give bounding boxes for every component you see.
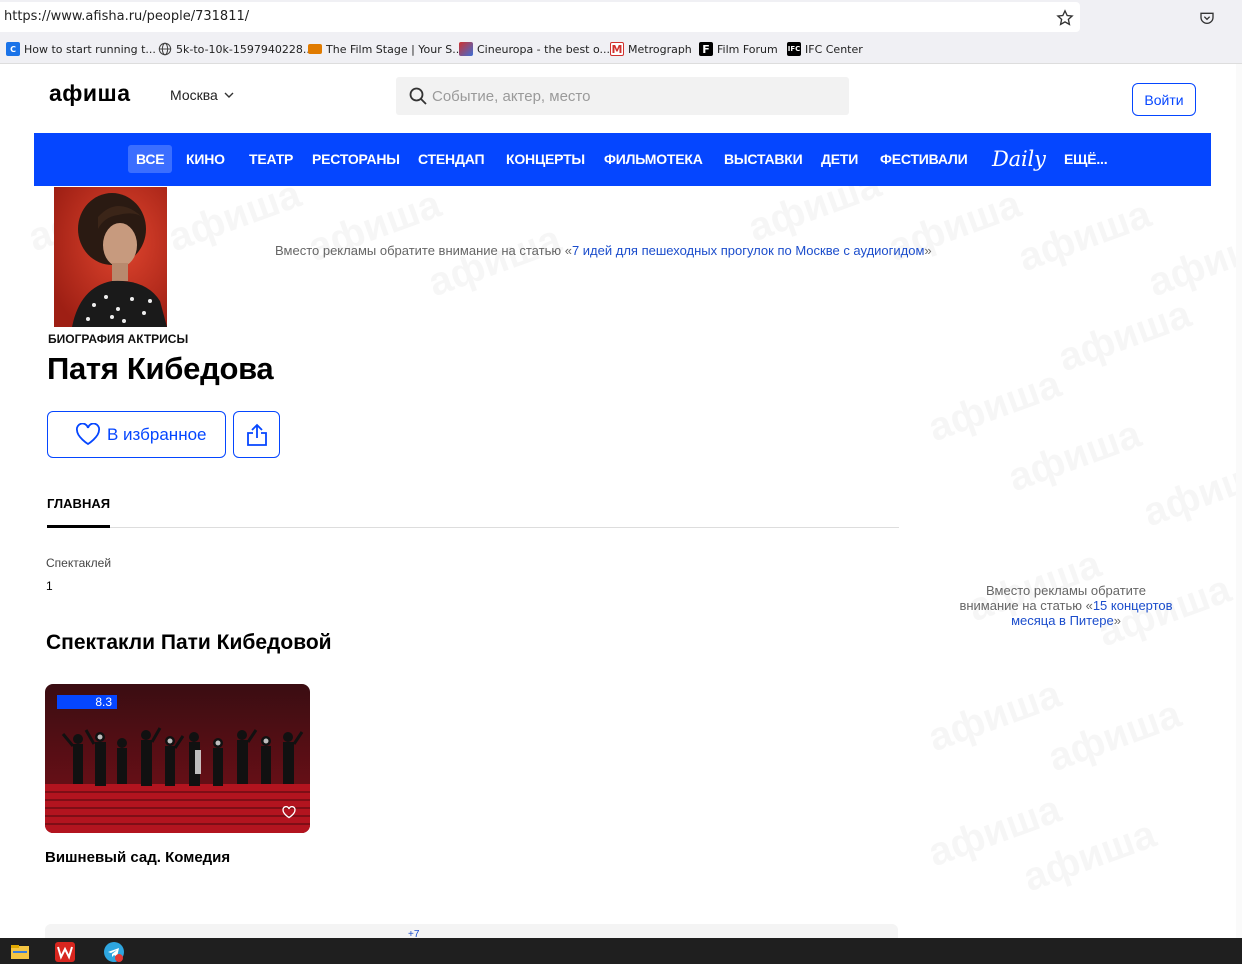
watermark: афиша — [1002, 412, 1147, 501]
category-nav: ВСЕ КИНО ТЕАТР РЕСТОРАНЫ СТЕНДАП КОНЦЕРТ… — [34, 133, 1211, 186]
show-more-count[interactable]: +7 — [408, 929, 419, 938]
active-tab-indicator — [47, 525, 110, 528]
watermark: афиша — [1017, 812, 1162, 901]
nav-item-concerts[interactable]: КОНЦЕРТЫ — [498, 145, 593, 173]
tab-main[interactable]: ГЛАВНАЯ — [47, 496, 110, 511]
film-stage-icon — [308, 44, 322, 54]
scrollbar-track[interactable] — [1236, 64, 1242, 938]
url-text[interactable]: https://www.afisha.ru/people/731811/ — [4, 9, 249, 24]
bookmark-label: The Film Stage | Your S... — [326, 42, 463, 56]
nav-item-standup[interactable]: СТЕНДАП — [410, 145, 492, 173]
share-icon — [246, 423, 267, 446]
cineuropa-icon — [459, 42, 473, 56]
page-content: афиша афиша афиша афиша афиша афиша афиш… — [6, 64, 1236, 938]
city-label: Москва — [170, 87, 218, 103]
bookmark-label: Film Forum — [717, 42, 778, 56]
watermark: афиша — [1137, 447, 1236, 536]
stat-value: 1 — [46, 579, 53, 593]
watermark: афиша — [922, 362, 1067, 451]
section-title: Спектакли Пати Кибедовой — [46, 631, 332, 654]
search-box[interactable] — [396, 77, 849, 115]
metrograph-icon: M — [610, 42, 624, 56]
ad-article-link[interactable]: 7 идей для пешеходных прогулок по Москве… — [572, 243, 924, 258]
couch-to-5k-icon: C — [6, 42, 20, 56]
nav-item-festivals[interactable]: ФЕСТИВАЛИ — [872, 145, 975, 173]
search-input[interactable] — [432, 77, 832, 115]
address-bar[interactable]: https://www.afisha.ru/people/731811/ — [0, 2, 1080, 32]
add-to-favorites-button[interactable]: В избранное — [47, 411, 226, 458]
bookmark-item[interactable]: Cineuropa - the best o... — [459, 40, 610, 58]
screen: https://www.afisha.ru/people/731811/ C Ho… — [0, 0, 1242, 964]
nav-item-kids[interactable]: ДЕТИ — [813, 145, 866, 173]
bookmark-label: How to start running t... — [24, 42, 156, 56]
ad-text: Вместо рекламы обратите внимание на стат… — [275, 243, 572, 258]
wps-office-icon[interactable] — [55, 942, 75, 962]
watermark: афиша — [1042, 692, 1187, 781]
nav-item-all[interactable]: ВСЕ — [128, 145, 173, 173]
watermark: афиша — [922, 672, 1067, 761]
bookmarks-bar: C How to start running t... 5k-to-10k-159… — [0, 34, 1242, 64]
bookmark-label: IFC Center — [805, 42, 863, 56]
bookmark-star-icon[interactable] — [1056, 9, 1074, 27]
watermark: афиша — [1142, 217, 1236, 306]
afisha-logo[interactable]: афиша — [49, 80, 131, 107]
bookmark-item[interactable]: The Film Stage | Your S... — [308, 40, 463, 58]
nav-item-restaurants[interactable]: РЕСТОРАНЫ — [304, 145, 408, 173]
performance-card-image[interactable]: 8.3 — [45, 684, 310, 833]
show-more-bar[interactable] — [45, 924, 898, 938]
ad-text-suffix: » — [924, 243, 932, 258]
pocket-icon[interactable] — [1199, 10, 1215, 26]
nav-item-exhibitions[interactable]: ВЫСТАВКИ — [716, 145, 810, 173]
page-title: Патя Кибедова — [47, 351, 274, 386]
share-button[interactable] — [233, 411, 280, 458]
bookmark-item[interactable]: M Metrograph — [610, 40, 692, 58]
ad-placeholder-side: Вместо рекламы обратите внимание на стат… — [956, 583, 1176, 628]
telegram-icon[interactable] — [104, 942, 124, 962]
bookmark-item[interactable]: 5k-to-10k-1597940228.... — [158, 40, 317, 58]
ad-placeholder-top: Вместо рекламы обратите внимание на стат… — [275, 243, 932, 258]
tabs-divider — [47, 527, 899, 528]
ifc-center-icon: IFC — [787, 42, 801, 56]
watermark: афиша — [922, 787, 1067, 876]
watermark: афиша — [1052, 292, 1197, 381]
rating-badge: 8.3 — [57, 695, 117, 709]
film-forum-icon: F — [699, 42, 713, 56]
os-taskbar — [0, 938, 1242, 964]
nav-item-filmoteka[interactable]: ФИЛЬМОТЕКА — [596, 145, 711, 173]
chevron-down-icon — [224, 92, 234, 98]
browser-toolbar: https://www.afisha.ru/people/731811/ — [0, 0, 1242, 34]
file-explorer-icon[interactable] — [10, 942, 30, 962]
bookmark-item[interactable]: F Film Forum — [699, 40, 778, 58]
nav-item-daily[interactable]: Daily — [984, 145, 1054, 173]
person-photo — [54, 187, 167, 327]
favorites-label: В избранное — [107, 424, 207, 444]
city-selector[interactable]: Москва — [170, 87, 234, 103]
watermark: афиша — [422, 217, 567, 306]
heart-icon — [76, 423, 100, 446]
nav-item-more[interactable]: ЕЩЁ... — [1056, 145, 1115, 173]
bookmark-item[interactable]: C How to start running t... — [6, 40, 156, 58]
login-button[interactable]: Войти — [1132, 83, 1196, 116]
ad-text-suffix: » — [1113, 613, 1121, 628]
bookmark-label: 5k-to-10k-1597940228.... — [176, 42, 317, 56]
search-icon — [409, 87, 427, 105]
bio-eyebrow: БИОГРАФИЯ АКТРИСЫ — [48, 332, 189, 346]
globe-icon — [158, 42, 172, 56]
heart-icon[interactable] — [282, 806, 296, 819]
bookmark-label: Metrograph — [628, 42, 692, 56]
bookmark-label: Cineuropa - the best o... — [477, 42, 611, 56]
performance-title[interactable]: Вишневый сад. Комедия — [45, 849, 230, 866]
stat-label: Спектаклей — [46, 556, 112, 570]
bookmark-item[interactable]: IFC IFC Center — [787, 40, 863, 58]
nav-item-theatre[interactable]: ТЕАТР — [241, 145, 301, 173]
watermark: афиша — [1012, 192, 1157, 281]
nav-item-cinema[interactable]: КИНО — [178, 145, 233, 173]
